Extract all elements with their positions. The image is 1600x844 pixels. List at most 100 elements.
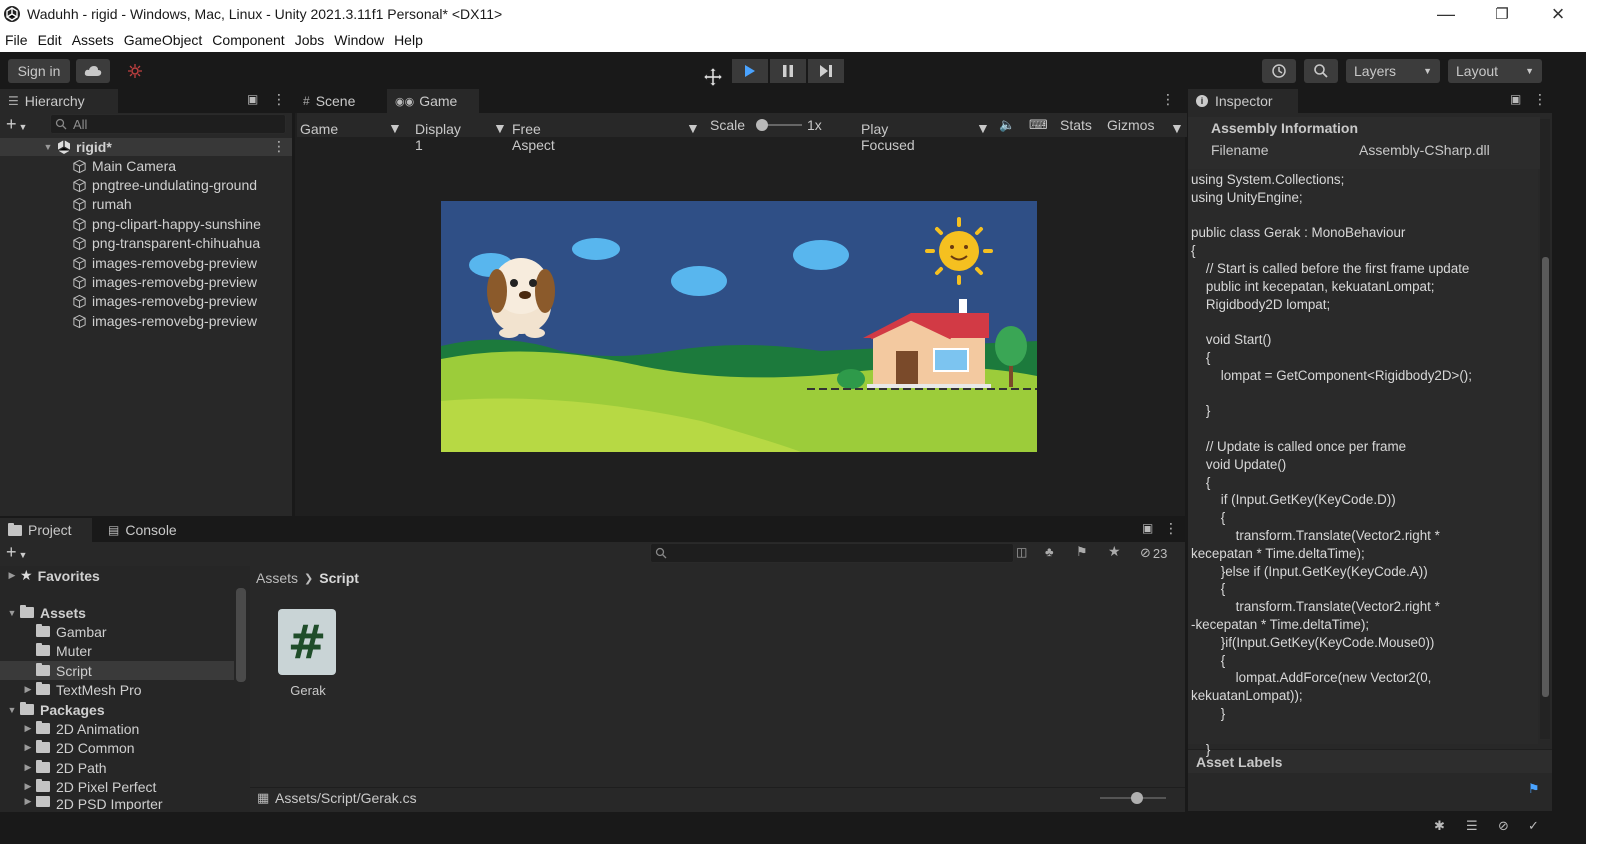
keyboard-icon[interactable]: ⌨ bbox=[1029, 117, 1048, 133]
folder-item[interactable]: Muter bbox=[36, 641, 92, 660]
hierarchy-item[interactable]: png-clipart-happy-sunshine bbox=[72, 214, 290, 234]
hierarchy-item[interactable]: images-removebg-preview bbox=[72, 291, 257, 311]
gizmos-button[interactable]: Gizmos bbox=[1107, 117, 1154, 133]
hierarchy-item[interactable]: png-transparent-chihuahua bbox=[72, 233, 290, 253]
layers-status-icon[interactable]: ☰ bbox=[1466, 818, 1478, 834]
chevron-right-icon: ▶ bbox=[8, 570, 16, 580]
more-options-icon[interactable]: ⋮ bbox=[1161, 91, 1175, 108]
cloud-button[interactable] bbox=[76, 59, 110, 83]
hierarchy-item[interactable]: images-removebg-preview bbox=[72, 253, 257, 273]
menu-edit[interactable]: Edit bbox=[38, 32, 62, 48]
folder-item-selected[interactable]: Script bbox=[36, 661, 92, 680]
package-item[interactable]: ▶ 2D Path bbox=[20, 758, 107, 777]
breadcrumb-script[interactable]: Script bbox=[319, 570, 359, 586]
hierarchy-item[interactable]: images-removebg-preview bbox=[72, 311, 257, 331]
game-view[interactable] bbox=[441, 201, 1037, 452]
chevron-down-icon: ▼ bbox=[1423, 66, 1432, 76]
tag-icon[interactable]: ⚑ bbox=[1528, 781, 1540, 797]
add-button[interactable]: + ▼ bbox=[6, 114, 27, 135]
menu-jobs[interactable]: Jobs bbox=[295, 32, 325, 48]
search-button[interactable] bbox=[1304, 59, 1338, 83]
package-item[interactable]: ▶ 2D Animation bbox=[20, 719, 140, 738]
assets-folder[interactable]: ▼ Assets bbox=[4, 603, 86, 622]
lock-icon[interactable]: ▣ bbox=[1142, 521, 1153, 535]
status-path: Assets/Script/Gerak.cs bbox=[275, 790, 417, 806]
breadcrumb: Assets ❯ Script bbox=[256, 570, 359, 586]
hierarchy-item[interactable]: rumah bbox=[72, 194, 132, 214]
project-search-input[interactable] bbox=[650, 543, 1014, 563]
icon-size-slider-thumb[interactable] bbox=[1131, 792, 1143, 804]
create-button[interactable]: + ▼ bbox=[6, 542, 27, 563]
breadcrumb-assets[interactable]: Assets bbox=[256, 570, 298, 586]
package-item[interactable]: ▶ 2D Pixel Perfect bbox=[20, 777, 157, 796]
hierarchy-item-label: images-removebg-preview bbox=[92, 274, 257, 290]
more-options-icon[interactable]: ⋮ bbox=[272, 91, 286, 108]
minimize-button[interactable]: — bbox=[1418, 0, 1474, 28]
layers-label: Layers bbox=[1354, 63, 1397, 79]
folder-label: Gambar bbox=[56, 623, 107, 640]
scale-slider[interactable] bbox=[756, 119, 802, 131]
network-icon[interactable]: ⊘ bbox=[1498, 818, 1509, 834]
layers-dropdown[interactable]: Layers ▼ bbox=[1346, 59, 1440, 83]
favorites-item[interactable]: ▶ ★ Favorites bbox=[4, 566, 100, 585]
hierarchy-search-input[interactable]: All bbox=[50, 114, 286, 134]
project-sidebar-scrollbar[interactable] bbox=[236, 588, 246, 682]
step-icon bbox=[820, 65, 832, 77]
more-options-icon[interactable]: ⋮ bbox=[1164, 520, 1178, 537]
tab-game[interactable]: ◉◉ Game bbox=[387, 89, 479, 113]
scene-root[interactable]: ▼ rigid* bbox=[40, 137, 112, 157]
restore-button[interactable]: ❐ bbox=[1474, 0, 1530, 28]
gameobject-cube-icon bbox=[73, 256, 86, 270]
favorite-star-icon[interactable]: ★ bbox=[1108, 543, 1121, 560]
check-icon[interactable]: ✓ bbox=[1528, 818, 1539, 834]
star-icon: ★ bbox=[20, 567, 33, 583]
icon-size-slider[interactable] bbox=[1100, 792, 1166, 804]
search-by-type-icon[interactable]: ◫ bbox=[1016, 545, 1027, 559]
script-asset[interactable]: # Gerak bbox=[278, 609, 338, 701]
layout-dropdown[interactable]: Layout ▼ bbox=[1448, 59, 1542, 83]
collab-icon[interactable] bbox=[126, 62, 144, 80]
step-button[interactable] bbox=[808, 59, 844, 83]
chevron-right-icon: ▶ bbox=[24, 762, 32, 772]
folder-item[interactable]: Gambar bbox=[36, 622, 107, 641]
package-item[interactable]: ▶ 2D Common bbox=[20, 738, 135, 757]
package-item[interactable]: ▶ 2D PSD Importer bbox=[20, 796, 163, 810]
packages-folder[interactable]: ▼ Packages bbox=[4, 700, 105, 719]
scrollbar-thumb[interactable] bbox=[1542, 257, 1549, 697]
menu-help[interactable]: Help bbox=[394, 32, 423, 48]
play-button[interactable] bbox=[732, 59, 768, 83]
sign-in-button[interactable]: Sign in bbox=[8, 59, 70, 83]
close-button[interactable]: × bbox=[1530, 0, 1586, 28]
more-options-icon[interactable]: ⋮ bbox=[272, 138, 286, 155]
tab-project[interactable]: Project bbox=[0, 518, 92, 542]
stats-button[interactable]: Stats bbox=[1060, 117, 1092, 133]
menu-gameobject[interactable]: GameObject bbox=[124, 32, 203, 48]
scale-slider-thumb[interactable] bbox=[756, 119, 768, 131]
hierarchy-item[interactable]: Main Camera bbox=[72, 156, 176, 176]
folder-item[interactable]: ▶ TextMesh Pro bbox=[20, 680, 142, 699]
more-options-icon[interactable]: ⋮ bbox=[1533, 91, 1547, 108]
menu-component[interactable]: Component bbox=[212, 32, 284, 48]
filter-by-label-icon[interactable]: ⚑ bbox=[1076, 544, 1088, 560]
unity-scene-icon bbox=[57, 140, 71, 154]
hidden-packages-toggle[interactable]: ⊘ 23 bbox=[1140, 545, 1167, 561]
menu-window[interactable]: Window bbox=[334, 32, 384, 48]
debug-icon[interactable]: ✱ bbox=[1434, 818, 1445, 834]
tab-console[interactable]: ▤ Console bbox=[100, 518, 200, 542]
tab-scene[interactable]: # Scene bbox=[295, 89, 385, 113]
hierarchy-item[interactable]: pngtree-undulating-ground bbox=[72, 175, 257, 195]
package-label: 2D PSD Importer bbox=[56, 796, 163, 810]
scrollbar[interactable] bbox=[1540, 119, 1550, 739]
folder-icon bbox=[20, 702, 34, 715]
tab-inspector[interactable]: i Inspector bbox=[1188, 89, 1298, 113]
pause-button[interactable] bbox=[770, 59, 806, 83]
menu-file[interactable]: File bbox=[5, 32, 28, 48]
lock-icon[interactable]: ▣ bbox=[247, 92, 258, 106]
hierarchy-item[interactable]: images-removebg-preview bbox=[72, 272, 257, 292]
history-button[interactable] bbox=[1262, 59, 1296, 83]
lock-icon[interactable]: ▣ bbox=[1510, 92, 1521, 106]
tab-hierarchy[interactable]: ☰ Hierarchy bbox=[0, 89, 118, 113]
mute-audio-icon[interactable]: 🔈 bbox=[999, 117, 1015, 133]
filter-by-type-icon[interactable]: ♣ bbox=[1045, 544, 1054, 559]
menu-assets[interactable]: Assets bbox=[72, 32, 114, 48]
